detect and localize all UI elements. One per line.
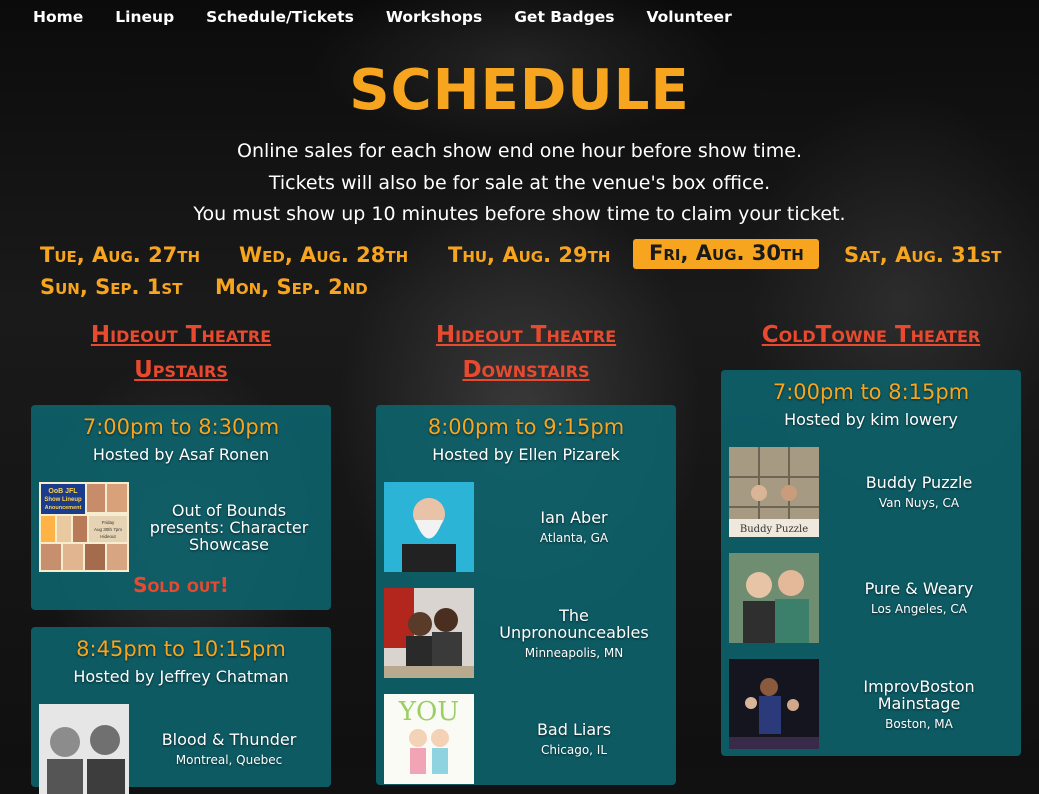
sold-out-label: Sold out! [133,573,229,597]
photo-graphic: YOU [384,694,474,784]
tab-mon-sep-2[interactable]: Mon, Sep. 2nd [208,274,375,300]
venue-room: Downstairs [462,357,590,383]
act-item[interactable]: Ian Aber Atlanta, GA [384,482,668,572]
act-info: Out of Bounds presents: Character Showca… [139,482,319,572]
tab-tue-aug-27[interactable]: Tue, Aug. 27th [33,242,207,268]
nav-home[interactable]: Home [33,8,83,32]
act-location: Los Angeles, CA [871,602,967,616]
act-item[interactable]: Blood & Thunder Montreal, Quebec [39,704,323,794]
nav-volunteer[interactable]: Volunteer [646,8,731,32]
show-card: 7:00pm to 8:30pm Hosted by Asaf Ronen Oo… [31,405,331,610]
thumb-text: Buddy Puzzle [740,524,808,535]
photo-graphic [384,482,474,572]
act-info: Blood & Thunder Montreal, Quebec [139,704,319,794]
act-name: Pure & Weary [864,579,974,598]
photo-graphic [729,659,819,749]
act-item[interactable]: Buddy Puzzle Buddy Puzzle Van Nuys, CA [729,447,1013,537]
thumb-text: YOU [398,697,459,727]
svg-text:Anouncement: Anouncement [45,505,82,511]
svg-text:OoB JFL: OoB JFL [48,488,78,495]
venue-name: Hideout Theatre [90,322,272,348]
act-name: Out of Bounds presents: Character Showca… [149,500,309,554]
venue-name: ColdTowne Theater [761,322,981,348]
act-info: Buddy Puzzle Van Nuys, CA [829,447,1009,537]
main-nav: Home Lineup Schedule/Tickets Workshops G… [33,8,732,32]
svg-text:Show Lineup: Show Lineup [44,497,82,503]
act-location: Minneapolis, MN [524,645,624,660]
act-location: Montreal, Quebec [175,753,283,767]
intro-line: Online sales for each show end one hour … [236,140,803,162]
show-host: Hosted by Asaf Ronen [92,445,270,464]
act-item[interactable]: YOU Bad Liars Chicago, IL [384,694,668,784]
act-name: Ian Aber [540,508,608,527]
page-title: SCHEDULE [349,58,690,123]
poster-graphic: OoB JFL Show Lineup Anouncement Friday A… [39,482,129,572]
act-location: Boston, MA [885,716,953,731]
act-photo-thumbnail [384,482,474,572]
venue-heading-hideout-upstairs[interactable]: Hideout Theatre Upstairs [31,318,331,388]
act-location: Chicago, IL [540,743,608,757]
intro-text: Online sales for each show end one hour … [0,136,1039,231]
act-name: Blood & Thunder [161,730,297,749]
act-item[interactable]: ImprovBoston Mainstage Boston, MA [729,659,1013,749]
intro-line: You must show up 10 minutes before show … [193,203,846,225]
act-location: Van Nuys, CA [878,496,960,510]
act-photo-thumbnail [729,553,819,643]
show-card: 8:00pm to 9:15pm Hosted by Ellen Pizarek… [376,405,676,785]
photo-graphic [39,704,129,794]
show-card: 7:00pm to 8:15pm Hosted by kim lowery Bu… [721,370,1021,756]
act-photo-thumbnail [729,659,819,749]
tab-thu-aug-29[interactable]: Thu, Aug. 29th [441,242,617,268]
act-info: ImprovBoston Mainstage Boston, MA [829,659,1009,749]
svg-text:Hideout: Hideout [100,534,116,539]
svg-text:Friday: Friday [102,520,115,525]
act-name: The Unpronounceables [499,605,649,642]
act-photo-thumbnail: Buddy Puzzle [729,447,819,537]
show-time: 7:00pm to 8:15pm [772,380,970,404]
nav-schedule-tickets[interactable]: Schedule/Tickets [206,8,354,32]
photo-graphic [384,588,474,678]
show-time: 7:00pm to 8:30pm [82,415,280,439]
show-host: Hosted by kim lowery [784,410,958,429]
nav-lineup[interactable]: Lineup [115,8,174,32]
show-card: 8:45pm to 10:15pm Hosted by Jeffrey Chat… [31,627,331,794]
show-time: 8:00pm to 9:15pm [427,415,625,439]
venue-heading-hideout-downstairs[interactable]: Hideout Theatre Downstairs [376,318,676,388]
photo-graphic [729,553,819,643]
nav-workshops[interactable]: Workshops [386,8,482,32]
act-name: ImprovBoston Mainstage [863,676,975,713]
nav-get-badges[interactable]: Get Badges [514,8,614,32]
act-poster-thumbnail: OoB JFL Show Lineup Anouncement Friday A… [39,482,129,572]
venue-room: Upstairs [134,357,228,383]
act-item[interactable]: Pure & Weary Los Angeles, CA [729,553,1013,643]
show-host: Hosted by Ellen Pizarek [432,445,620,464]
act-photo-thumbnail [384,588,474,678]
show-time: 8:45pm to 10:15pm [76,637,286,661]
venue-heading-coldtowne[interactable]: ColdTowne Theater [721,318,1021,353]
act-item[interactable]: OoB JFL Show Lineup Anouncement Friday A… [39,482,323,572]
act-info: Ian Aber Atlanta, GA [484,482,664,572]
act-photo-thumbnail [39,704,129,794]
venue-name: Hideout Theatre [435,322,617,348]
tab-wed-aug-28[interactable]: Wed, Aug. 28th [232,242,415,268]
act-name: Buddy Puzzle [865,473,973,492]
tab-sun-sep-1[interactable]: Sun, Sep. 1st [33,274,189,300]
tab-fri-aug-30[interactable]: Fri, Aug. 30th [633,239,819,269]
act-info: Bad Liars Chicago, IL [484,694,664,784]
photo-graphic: Buddy Puzzle [729,447,819,537]
act-item[interactable]: The Unpronounceables Minneapolis, MN [384,588,668,678]
act-photo-thumbnail: YOU [384,694,474,784]
show-host: Hosted by Jeffrey Chatman [73,667,289,686]
intro-line: Tickets will also be for sale at the ven… [268,171,771,194]
act-location: Atlanta, GA [539,531,609,545]
act-info: The Unpronounceables Minneapolis, MN [484,588,664,678]
act-name: Bad Liars [536,720,612,739]
act-info: Pure & Weary Los Angeles, CA [829,553,1009,643]
svg-text:Aug 30th 7pm: Aug 30th 7pm [94,527,122,532]
tab-sat-aug-31[interactable]: Sat, Aug. 31st [837,242,1008,268]
